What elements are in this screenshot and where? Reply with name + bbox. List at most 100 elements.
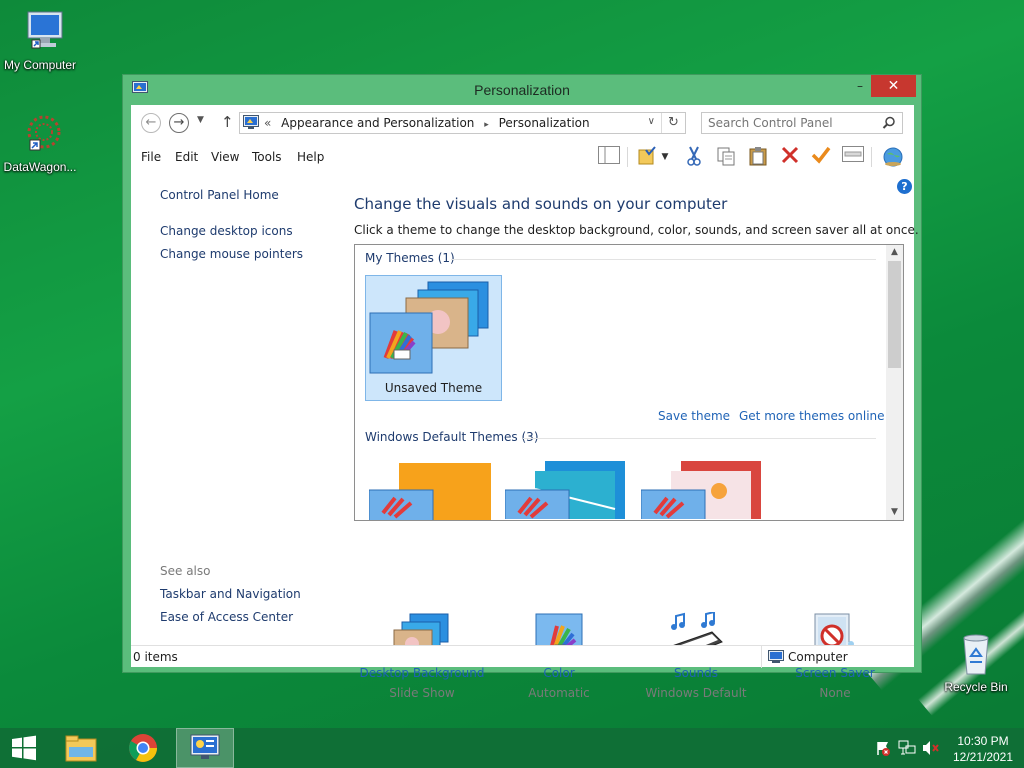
action-center-flag-icon[interactable] [875,740,891,756]
screen-saver-label[interactable]: Screen Saver [765,666,905,680]
help-button[interactable]: ? [897,179,912,194]
search-box[interactable] [701,112,903,134]
menu-file[interactable]: File [141,150,161,164]
refresh-button[interactable]: ↻ [661,113,685,133]
menu-bar: File Edit View Tools Help ▼ [131,141,914,173]
screen-saver-value: None [819,686,851,700]
desktop-icon-my-computer[interactable]: My Computer [0,10,80,72]
status-location: Computer [788,650,848,664]
breadcrumb-overflow[interactable]: « [264,116,271,130]
control-panel-taskbar-button[interactable] [176,728,234,768]
desktop-background-label[interactable]: Desktop Background [352,666,492,680]
title-bar[interactable]: Personalization – ✕ [123,75,921,105]
copy-icon[interactable] [714,146,738,168]
personalization-window: Personalization – ✕ ← → ▼ ↑ « Appearance… [122,74,922,700]
scroll-up-icon[interactable]: ▲ [886,247,903,257]
forward-button[interactable]: → [169,113,189,133]
dropdown-icon[interactable]: ▼ [658,146,672,168]
theme-name: Unsaved Theme [384,381,483,395]
change-mouse-pointers-link[interactable]: Change mouse pointers [160,247,303,261]
window-title: Personalization [474,82,570,98]
breadcrumb: « Appearance and Personalization ▸ Perso… [264,116,596,130]
address-bar[interactable]: « Appearance and Personalization ▸ Perso… [239,112,686,134]
taskbar: 10:30 PM 12/21/2021 [0,728,1024,768]
sounds-label[interactable]: Sounds [626,666,766,680]
chevron-down-icon[interactable]: ∨ [648,116,655,127]
themes-scrollbar[interactable]: ▲ ▼ [886,245,903,520]
properties-icon[interactable] [841,146,865,168]
minimize-button[interactable]: – [847,75,873,97]
page-subtitle: Click a theme to change the desktop back… [354,223,919,237]
menu-tools[interactable]: Tools [252,150,282,164]
delete-icon[interactable] [778,146,802,168]
up-button[interactable]: ↑ [221,113,234,131]
system-clock[interactable]: 10:30 PM 12/21/2021 [948,733,1018,765]
see-also-heading: See also [160,564,211,578]
my-themes-header[interactable]: My Themes (1) [365,251,455,265]
desktop-background-value: Slide Show [389,686,455,700]
start-button[interactable] [0,728,58,768]
window-client: ← → ▼ ↑ « Appearance and Personalization… [131,105,919,700]
cut-icon[interactable] [682,146,706,168]
change-desktop-icons-link[interactable]: Change desktop icons [160,224,293,238]
start-icon [12,735,36,761]
address-row: ← → ▼ ↑ « Appearance and Personalization… [131,105,914,141]
theme-lines-icon[interactable] [505,459,635,519]
ease-of-access-link[interactable]: Ease of Access Center [160,610,293,624]
save-theme-link[interactable]: Save theme [658,409,730,423]
chrome-icon [129,734,157,762]
breadcrumb-personalization[interactable]: Personalization [499,116,590,130]
recycle-bin-icon [963,634,989,675]
color-label[interactable]: Color [489,666,629,680]
get-more-themes-link[interactable]: Get more themes online [739,409,885,423]
page-title: Change the visuals and sounds on your co… [354,195,728,213]
desktop-icon-datawagon[interactable]: DataWagon... [0,112,80,174]
desktop-icon-recycle-bin[interactable]: Recycle Bin [936,632,1016,694]
breadcrumb-appearance[interactable]: Appearance and Personalization [281,116,474,130]
globe-icon[interactable] [881,146,905,168]
check-icon[interactable] [809,146,833,168]
search-icon [882,116,895,129]
status-separator [761,646,762,668]
theme-flowers-icon[interactable] [641,459,771,519]
status-bar: 0 items Computer [131,645,914,668]
themes-list: My Themes (1) Unsaved Theme Save theme G… [354,244,904,521]
theme-unsaved[interactable]: Unsaved Theme [365,275,502,401]
control-panel-icon [190,734,220,759]
datawagon-icon [27,115,61,151]
computer-icon [27,11,63,49]
control-panel-icon [243,115,259,129]
recent-pages-dropdown[interactable]: ▼ [197,115,204,125]
back-button[interactable]: ← [141,113,161,133]
group-divider [523,438,876,439]
file-explorer-button[interactable] [52,728,110,768]
search-input[interactable] [708,116,878,130]
scroll-down-icon[interactable]: ▼ [886,507,903,517]
scroll-thumb[interactable] [888,261,901,368]
theme-windows-icon[interactable] [369,463,499,521]
item-count: 0 items [133,650,178,664]
desktop-icon-label: DataWagon... [3,160,77,174]
clock-date: 12/21/2021 [952,750,1014,764]
toolbar-separator [627,147,628,167]
close-button[interactable]: ✕ [871,75,916,97]
clock-time: 10:30 PM [957,734,1009,748]
default-themes-header[interactable]: Windows Default Themes (3) [365,430,539,444]
toolbar-separator [871,147,872,167]
folder-check-icon[interactable] [635,146,659,168]
control-panel-home-link[interactable]: Control Panel Home [160,188,279,202]
menu-view[interactable]: View [211,150,239,164]
paste-icon[interactable] [746,146,770,168]
menu-help[interactable]: Help [297,150,324,164]
theme-preview-icon [369,281,489,374]
color-value: Automatic [528,686,590,700]
taskbar-navigation-link[interactable]: Taskbar and Navigation [160,587,301,601]
group-divider [451,259,876,260]
file-explorer-icon [65,735,97,762]
breadcrumb-separator[interactable]: ▸ [484,120,489,130]
layout-icon[interactable] [597,146,621,168]
chrome-button[interactable] [114,728,172,768]
menu-edit[interactable]: Edit [175,150,198,164]
volume-muted-icon[interactable] [922,740,940,756]
network-icon[interactable] [898,740,916,756]
